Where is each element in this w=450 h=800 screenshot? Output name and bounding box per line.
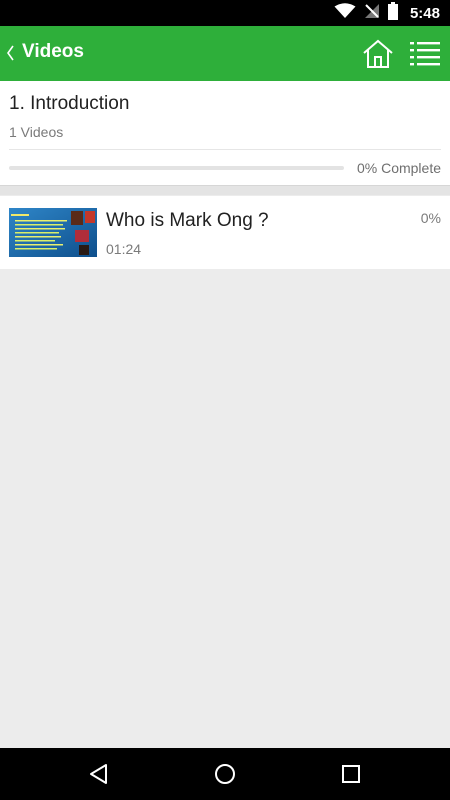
card-separator — [0, 185, 450, 195]
video-list-item[interactable]: Who is Mark Ong ? 01:24 0% — [0, 196, 450, 269]
status-time: 5:48 — [409, 4, 440, 22]
chevron-left-icon[interactable] — [6, 43, 16, 63]
video-thumbnail[interactable] — [9, 208, 97, 257]
home-icon[interactable] — [362, 38, 394, 70]
wifi-icon — [334, 2, 356, 24]
video-progress-percent: 0% — [420, 210, 441, 226]
no-signal-icon — [364, 3, 380, 24]
back-triangle-icon[interactable] — [85, 760, 113, 788]
video-title[interactable]: Who is Mark Ong ? — [106, 210, 269, 232]
page-title[interactable]: Videos — [22, 41, 84, 63]
app-bar: Videos — [0, 26, 450, 81]
section-video-count: 1 Videos — [9, 124, 64, 140]
list-menu-icon[interactable] — [410, 39, 440, 67]
section-progress-bar — [9, 166, 344, 170]
section-divider — [9, 149, 441, 150]
section-title: 1. Introduction — [9, 93, 130, 114]
battery-icon — [387, 1, 398, 25]
status-icons: 5:48 — [334, 0, 440, 26]
section-card: 1. Introduction 1 Videos 0% Complete — [0, 81, 450, 185]
home-circle-icon[interactable] — [211, 760, 239, 788]
system-nav-bar — [0, 748, 450, 800]
recents-square-icon[interactable] — [337, 760, 365, 788]
status-bar: 5:48 — [0, 0, 450, 26]
video-duration: 01:24 — [106, 241, 142, 257]
section-progress-label: 0% Complete — [356, 160, 441, 176]
